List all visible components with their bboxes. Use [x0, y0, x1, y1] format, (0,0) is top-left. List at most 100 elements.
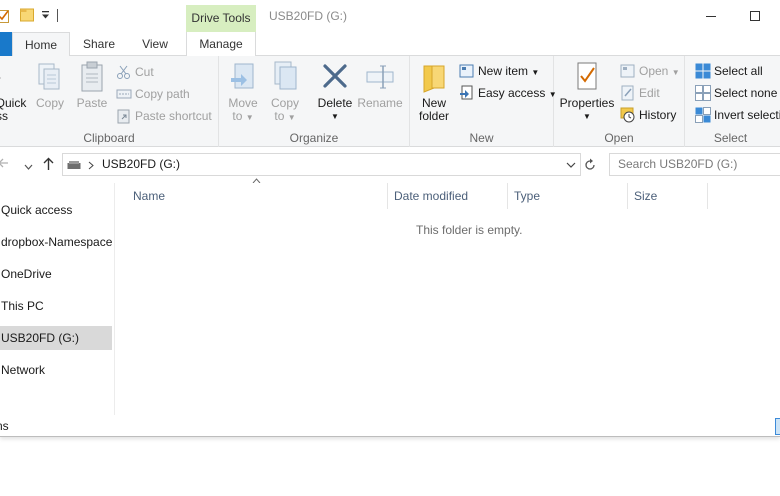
edit-icon [621, 85, 634, 101]
status-bar: ns [0, 415, 780, 436]
column-header-size[interactable]: Size [628, 183, 708, 209]
rename-label: Rename [357, 96, 403, 110]
copy-label: Copy [35, 96, 64, 110]
cut-label: Cut [135, 65, 154, 79]
file-list: Name Date modified Type Size This folder… [116, 183, 780, 415]
open-text: Open [639, 64, 669, 78]
open-group: Properties ▼ Open ▼ Edit History Open [554, 56, 685, 147]
minimize-button[interactable] [688, 0, 734, 32]
tab-home[interactable]: Home [12, 32, 70, 57]
pin-quick-access-button[interactable]: Quick ss [0, 60, 30, 123]
move-to-label-2: to ▼ [225, 110, 261, 124]
ribbon: Quick ss Copy [0, 56, 780, 147]
nav-item-onedrive[interactable]: OneDrive [0, 262, 112, 286]
up-button[interactable] [42, 157, 55, 174]
open-icon [620, 64, 635, 78]
address-bar[interactable]: USB20FD (G:) [62, 153, 595, 176]
delete-x-icon [323, 64, 347, 88]
title-bar: Drive Tools USB20FD (G:) [0, 0, 780, 32]
properties-label: Properties [559, 96, 615, 110]
pin-quick-access-label-2: ss [0, 109, 8, 123]
pin-icon [0, 77, 1, 79]
maximize-button[interactable] [734, 0, 780, 32]
copy-icon [38, 63, 60, 90]
tab-manage[interactable]: Manage [186, 32, 256, 56]
back-arrow-icon [0, 158, 8, 168]
history-label: History [639, 108, 677, 122]
search-input[interactable]: Search USB20FD (G:) [609, 153, 780, 176]
up-arrow-icon [43, 157, 54, 170]
tab-view[interactable]: View [130, 32, 180, 56]
copy-button[interactable]: Copy [33, 60, 67, 110]
open-group-label: Open [604, 131, 634, 145]
edit-label: Edit [639, 86, 660, 100]
copy-to-dropdown-icon: ▼ [287, 113, 296, 122]
select-all-icon [695, 63, 711, 79]
nav-item-this-pc[interactable]: This PC [0, 294, 112, 318]
new-folder-button[interactable]: New folder [414, 60, 454, 123]
paste-label: Paste [76, 96, 108, 110]
paste-shortcut-label: Paste shortcut [135, 109, 212, 123]
new-item-dropdown-icon: ▼ [531, 68, 540, 77]
copy-path-label: Copy path [135, 87, 190, 101]
history-icon [620, 107, 635, 123]
properties-button[interactable]: Properties ▼ [558, 60, 616, 123]
new-folder-icon[interactable] [20, 8, 35, 22]
new-item-text: New item [478, 64, 529, 78]
window-title: USB20FD (G:) [269, 9, 348, 23]
refresh-icon[interactable] [583, 158, 597, 172]
copy-to-label-2: to ▼ [267, 110, 303, 124]
scissors-icon [117, 65, 130, 79]
move-to-label-2-text: to [232, 109, 243, 123]
address-dropdown-icon[interactable] [566, 161, 576, 169]
rename-icon [366, 65, 394, 89]
easy-access-label: Easy access ▼ [478, 83, 557, 105]
open-label: Open ▼ [639, 61, 680, 83]
column-header-name[interactable]: Name [127, 183, 388, 209]
new-group: New folder New item ▼ Easy access ▼ New [410, 56, 557, 147]
nav-item-dropbox-namespace[interactable]: dropbox-Namespace [0, 230, 112, 254]
select-all-label: Select all [714, 64, 763, 78]
select-group-label: Select [713, 131, 748, 145]
nav-item-usb20fd[interactable]: USB20FD (G:) [0, 326, 112, 350]
drive-tools-context-tab: Drive Tools [186, 5, 256, 32]
invert-selection-label: Invert selection [714, 108, 780, 122]
copy-to-icon [274, 61, 297, 90]
empty-folder-message: This folder is empty. [416, 223, 523, 237]
properties-check-icon[interactable] [0, 9, 10, 23]
copy-to-button[interactable]: Copy to ▼ [267, 60, 303, 124]
paste-shortcut-icon [117, 109, 130, 124]
delete-dropdown-icon: ▼ [331, 112, 339, 121]
easy-access-text: Easy access [478, 86, 546, 100]
select-none-icon [695, 85, 711, 101]
maximize-icon [750, 11, 760, 21]
file-tab[interactable] [0, 32, 12, 56]
invert-selection-icon [695, 107, 711, 123]
move-to-button[interactable]: Move to ▼ [225, 60, 261, 124]
open-dropdown-icon: ▼ [671, 68, 680, 77]
drive-icon [67, 161, 81, 169]
column-header-date-modified[interactable]: Date modified [388, 183, 508, 209]
column-header-type[interactable]: Type [508, 183, 628, 209]
properties-dropdown-icon: ▼ [583, 112, 591, 121]
minimize-icon [706, 16, 716, 17]
nav-item-network[interactable]: Network [0, 358, 112, 382]
clipboard-icon [81, 61, 103, 92]
recent-locations-button[interactable] [24, 158, 33, 174]
clipboard-group: Quick ss Copy [0, 56, 219, 147]
paste-button[interactable]: Paste [73, 60, 111, 110]
back-button[interactable] [0, 156, 10, 173]
details-view-button[interactable] [775, 418, 780, 435]
customize-quick-access-icon[interactable] [41, 10, 50, 20]
delete-label: Delete [317, 96, 353, 110]
rename-button[interactable]: Rename [357, 60, 403, 110]
nav-item-quick-access[interactable]: Quick access [0, 198, 112, 222]
tab-share[interactable]: Share [74, 32, 124, 56]
quick-access-divider [57, 9, 58, 22]
address-path[interactable]: USB20FD (G:) [102, 157, 180, 171]
move-to-dropdown-icon: ▼ [245, 113, 254, 122]
new-group-label: New [469, 131, 494, 145]
status-text: ns [0, 419, 9, 433]
delete-button[interactable]: Delete ▼ [315, 60, 355, 123]
select-group: Select all Select none Invert select Sel… [685, 56, 780, 147]
